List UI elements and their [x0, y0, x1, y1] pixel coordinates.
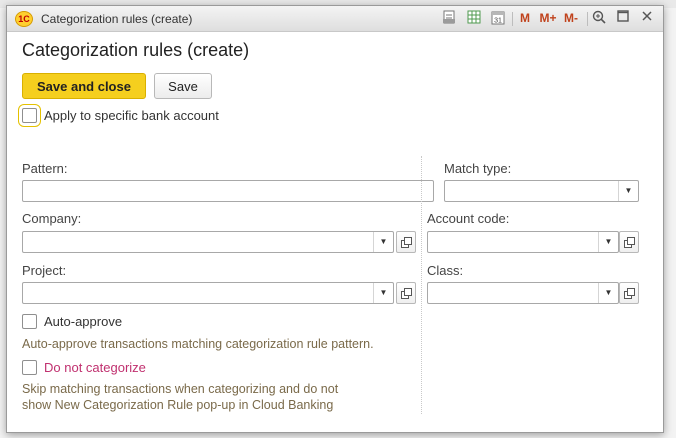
open-account-code-button[interactable]: [619, 231, 639, 253]
company-input[interactable]: ▼: [22, 231, 394, 253]
match-type-select[interactable]: ▼: [444, 180, 639, 202]
calendar-icon[interactable]: 31: [490, 10, 506, 27]
open-company-button[interactable]: [396, 231, 416, 253]
calendar-icon-day: 31: [494, 18, 502, 25]
spreadsheet-icon[interactable]: [466, 10, 482, 27]
pattern-input[interactable]: [22, 180, 434, 202]
auto-approve-option[interactable]: Auto-approve: [22, 314, 122, 329]
specific-bank-label: Apply to specific bank account: [44, 108, 219, 123]
app-logo-icon: 1С: [15, 11, 33, 27]
auto-approve-label: Auto-approve: [44, 314, 123, 329]
pattern-label: Pattern:: [22, 161, 68, 176]
close-icon[interactable]: [639, 10, 655, 27]
chevron-down-icon[interactable]: ▼: [618, 181, 638, 201]
class-input[interactable]: ▼: [427, 282, 619, 304]
company-label: Company:: [22, 211, 82, 226]
account-code-label: Account code:: [427, 211, 510, 226]
auto-approve-hint: Auto-approve transactions matching categ…: [22, 337, 374, 351]
specific-bank-option[interactable]: Apply to specific bank account: [18, 104, 219, 127]
open-class-button[interactable]: [619, 282, 639, 304]
open-form-icon: [401, 288, 412, 299]
open-form-icon: [624, 237, 635, 248]
page-title: Categorization rules (create): [22, 40, 250, 60]
memory-add-button[interactable]: M+: [537, 10, 559, 27]
save-and-close-button[interactable]: Save and close: [22, 73, 146, 99]
toolbar-separator: [512, 12, 513, 26]
column-divider: [421, 156, 422, 414]
match-type-label: Match type:: [444, 161, 512, 176]
window-title: Categorization rules (create): [41, 12, 193, 26]
do-not-categorize-option[interactable]: Do not categorize: [22, 360, 146, 375]
class-label: Class:: [427, 263, 464, 278]
document-icon[interactable]: [441, 10, 457, 27]
do-not-categorize-hint-line1: Skip matching transactions when categori…: [22, 382, 339, 396]
memory-m-button[interactable]: M: [517, 10, 533, 27]
do-not-categorize-label: Do not categorize: [44, 360, 146, 375]
project-input[interactable]: ▼: [22, 282, 394, 304]
chevron-down-icon[interactable]: ▼: [598, 283, 618, 303]
toolbar-separator: [587, 12, 588, 26]
chevron-down-icon[interactable]: ▼: [373, 283, 393, 303]
zoom-icon[interactable]: [591, 10, 607, 27]
project-label: Project:: [22, 263, 67, 278]
window-titlebar: 1С Categorization rules (create) 31 M M+…: [7, 6, 663, 32]
chevron-down-icon[interactable]: ▼: [373, 232, 393, 252]
chevron-down-icon[interactable]: ▼: [598, 232, 618, 252]
do-not-categorize-hint-line2: show New Categorization Rule pop-up in C…: [22, 398, 334, 412]
open-project-button[interactable]: [396, 282, 416, 304]
account-code-input[interactable]: ▼: [427, 231, 619, 253]
auto-approve-checkbox[interactable]: [22, 314, 37, 329]
categorization-rules-dialog: 1С Categorization rules (create) 31 M M+…: [6, 5, 664, 433]
open-form-icon: [401, 237, 412, 248]
maximize-icon[interactable]: [615, 10, 631, 27]
open-form-icon: [624, 288, 635, 299]
do-not-categorize-checkbox[interactable]: [22, 360, 37, 375]
specific-bank-checkbox[interactable]: [18, 104, 41, 127]
memory-subtract-button[interactable]: M-: [561, 10, 581, 27]
save-button[interactable]: Save: [154, 73, 212, 99]
